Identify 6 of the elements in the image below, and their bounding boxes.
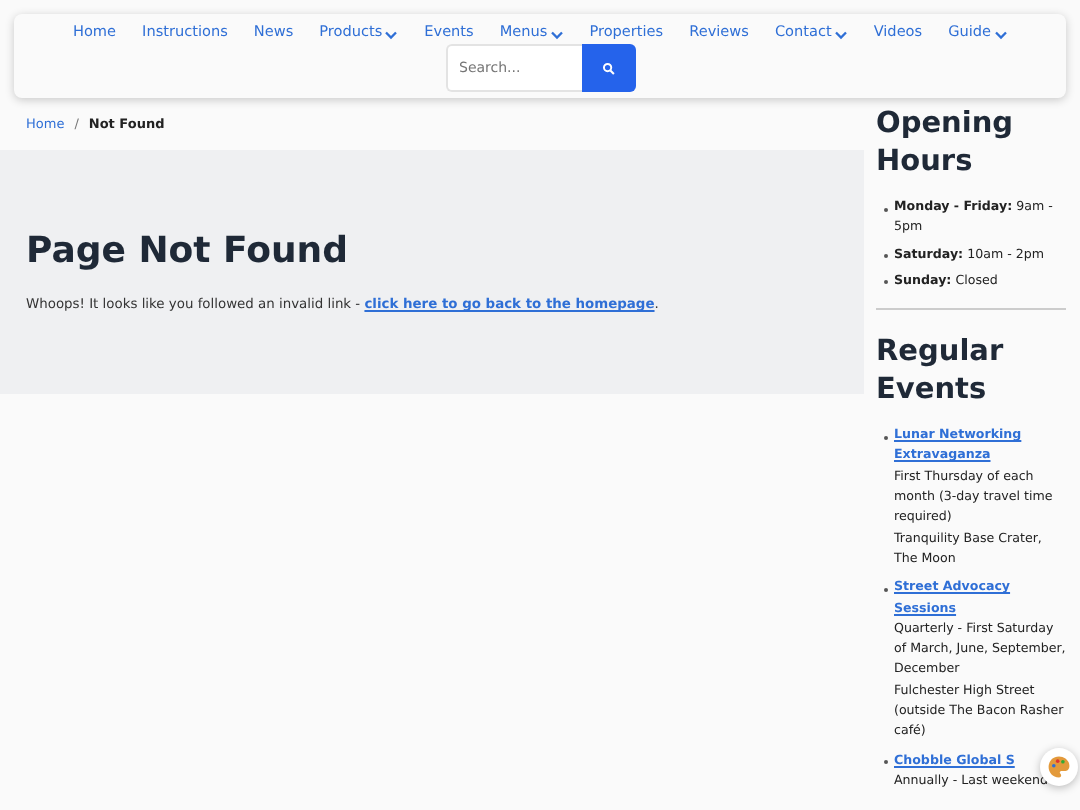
sidebar-heading: Opening Hours	[876, 106, 1016, 182]
palette-icon	[1046, 754, 1072, 780]
search-button[interactable]	[581, 44, 635, 92]
sidebar-heading: Regular Events	[876, 334, 1006, 411]
search-icon	[601, 61, 615, 75]
page-heading: Page Not Found	[26, 230, 350, 272]
